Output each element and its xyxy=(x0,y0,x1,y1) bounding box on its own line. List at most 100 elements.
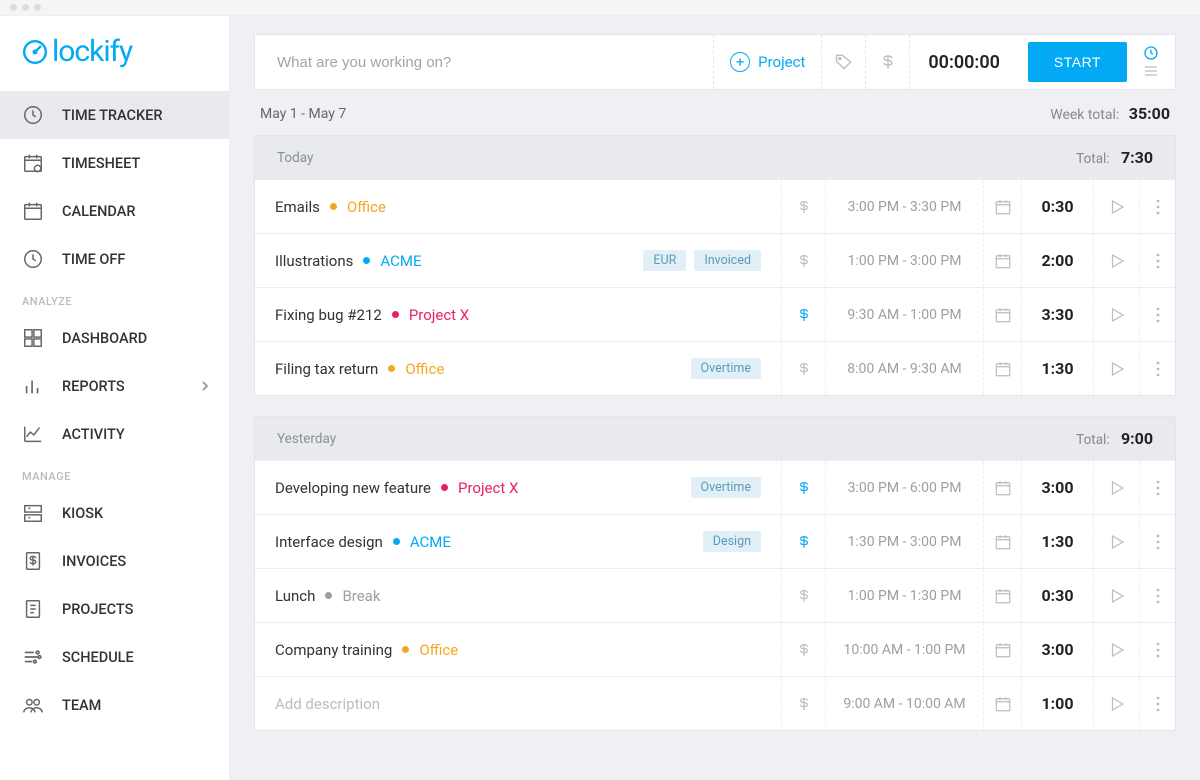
more-icon[interactable] xyxy=(1139,677,1175,730)
calendar-icon[interactable] xyxy=(983,288,1021,341)
nav-item-dashboard[interactable]: DASHBOARD xyxy=(0,314,229,362)
nav-item-team[interactable]: TEAM xyxy=(0,681,229,729)
entry-description[interactable]: Add description xyxy=(255,695,781,713)
nav-item-timesheet[interactable]: TIMESHEET xyxy=(0,139,229,187)
calendar-icon[interactable] xyxy=(983,515,1021,568)
play-icon[interactable] xyxy=(1093,569,1139,622)
nav-item-calendar[interactable]: CALENDAR xyxy=(0,187,229,235)
document-icon xyxy=(22,598,44,620)
entry-duration[interactable]: 2:00 xyxy=(1021,234,1093,287)
play-icon[interactable] xyxy=(1093,234,1139,287)
entry-time-range[interactable]: 9:30 AM - 1:00 PM xyxy=(825,288,983,341)
plus-circle-icon: + xyxy=(730,52,750,72)
entry-duration[interactable]: 1:30 xyxy=(1021,342,1093,395)
calendar-icon[interactable] xyxy=(983,461,1021,514)
nav-item-label: CALENDAR xyxy=(62,203,135,220)
nav-item-time-tracker[interactable]: TIME TRACKER xyxy=(0,91,229,139)
entry-time-range[interactable]: 8:00 AM - 9:30 AM xyxy=(825,342,983,395)
more-icon[interactable] xyxy=(1139,234,1175,287)
play-icon[interactable] xyxy=(1093,461,1139,514)
tracker-input[interactable] xyxy=(255,35,713,89)
more-icon[interactable] xyxy=(1139,461,1175,514)
entry-duration[interactable]: 1:00 xyxy=(1021,677,1093,730)
billable-toggle[interactable] xyxy=(781,234,825,287)
manual-mode-icon[interactable] xyxy=(1142,64,1160,78)
entry-duration[interactable]: 3:00 xyxy=(1021,461,1093,514)
billable-toggle[interactable] xyxy=(781,288,825,341)
play-icon[interactable] xyxy=(1093,342,1139,395)
entry-title: Add description xyxy=(275,695,380,713)
entry-project: Break xyxy=(342,587,380,605)
entry-project: Project X xyxy=(458,479,518,497)
nav-item-schedule[interactable]: SCHEDULE xyxy=(0,633,229,681)
entry-title: Company training xyxy=(275,641,392,659)
time-entry: Add description 9:00 AM - 10:00 AM 1:00 xyxy=(255,676,1175,730)
entry-time-range[interactable]: 3:00 PM - 6:00 PM xyxy=(825,461,983,514)
entry-duration[interactable]: 3:30 xyxy=(1021,288,1093,341)
more-icon[interactable] xyxy=(1139,623,1175,676)
team-icon xyxy=(22,694,44,716)
nav-item-reports[interactable]: REPORTS xyxy=(0,362,229,410)
calendar-icon[interactable] xyxy=(983,569,1021,622)
calendar-icon[interactable] xyxy=(983,180,1021,233)
entry-description[interactable]: Developing new featureProject XOvertime xyxy=(255,477,781,498)
entry-time-range[interactable]: 1:00 PM - 3:00 PM xyxy=(825,234,983,287)
entry-duration[interactable]: 0:30 xyxy=(1021,569,1093,622)
tracker-bar: + Project 00:00:00 START xyxy=(254,34,1176,90)
tag: Overtime xyxy=(691,358,761,379)
billable-toggle[interactable] xyxy=(781,461,825,514)
nav-item-activity[interactable]: ACTIVITY xyxy=(0,410,229,458)
more-icon[interactable] xyxy=(1139,569,1175,622)
entry-description[interactable]: IllustrationsACMEEURInvoiced xyxy=(255,250,781,271)
start-button[interactable]: START xyxy=(1028,42,1127,82)
calendar-icon[interactable] xyxy=(983,677,1021,730)
entry-time-range[interactable]: 1:00 PM - 1:30 PM xyxy=(825,569,983,622)
play-icon[interactable] xyxy=(1093,288,1139,341)
nav-item-kiosk[interactable]: KIOSK xyxy=(0,489,229,537)
timer-mode-icon[interactable] xyxy=(1142,46,1160,60)
billable-toggle[interactable] xyxy=(781,677,825,730)
more-icon[interactable] xyxy=(1139,515,1175,568)
entry-description[interactable]: EmailsOffice xyxy=(255,198,781,216)
more-icon[interactable] xyxy=(1139,288,1175,341)
play-icon[interactable] xyxy=(1093,623,1139,676)
billable-toggle[interactable] xyxy=(781,515,825,568)
billable-icon[interactable] xyxy=(865,35,909,89)
play-icon[interactable] xyxy=(1093,677,1139,730)
calendar-icon[interactable] xyxy=(983,623,1021,676)
entry-duration[interactable]: 1:30 xyxy=(1021,515,1093,568)
billable-toggle[interactable] xyxy=(781,569,825,622)
entry-description[interactable]: Filing tax returnOfficeOvertime xyxy=(255,358,781,379)
logo-text: lockify xyxy=(52,34,132,69)
entry-time-range[interactable]: 10:00 AM - 1:00 PM xyxy=(825,623,983,676)
day-header: TodayTotal: 7:30 xyxy=(255,136,1175,179)
entry-description[interactable]: Company trainingOffice xyxy=(255,641,781,659)
nav-item-time-off[interactable]: TIME OFF xyxy=(0,235,229,283)
entry-description[interactable]: Fixing bug #212Project X xyxy=(255,306,781,324)
project-dot-icon xyxy=(388,365,395,372)
calendar-icon[interactable] xyxy=(983,342,1021,395)
more-icon[interactable] xyxy=(1139,342,1175,395)
entry-description[interactable]: LunchBreak xyxy=(255,587,781,605)
tag-icon[interactable] xyxy=(821,35,865,89)
project-picker[interactable]: + Project xyxy=(713,35,821,89)
more-icon[interactable] xyxy=(1139,180,1175,233)
calendar-icon[interactable] xyxy=(983,234,1021,287)
billable-toggle[interactable] xyxy=(781,180,825,233)
chevron-right-icon xyxy=(201,380,209,392)
line-chart-icon xyxy=(22,423,44,445)
entry-time-range[interactable]: 9:00 AM - 10:00 AM xyxy=(825,677,983,730)
billable-toggle[interactable] xyxy=(781,623,825,676)
play-icon[interactable] xyxy=(1093,515,1139,568)
entry-time-range[interactable]: 3:00 PM - 3:30 PM xyxy=(825,180,983,233)
logo: lockify xyxy=(0,16,229,91)
entry-duration[interactable]: 3:00 xyxy=(1021,623,1093,676)
entry-description[interactable]: Interface designACMEDesign xyxy=(255,531,781,552)
entry-duration[interactable]: 0:30 xyxy=(1021,180,1093,233)
nav-item-projects[interactable]: PROJECTS xyxy=(0,585,229,633)
play-icon[interactable] xyxy=(1093,180,1139,233)
entry-time-range[interactable]: 1:30 PM - 3:00 PM xyxy=(825,515,983,568)
project-dot-icon xyxy=(441,484,448,491)
billable-toggle[interactable] xyxy=(781,342,825,395)
nav-item-invoices[interactable]: INVOICES xyxy=(0,537,229,585)
